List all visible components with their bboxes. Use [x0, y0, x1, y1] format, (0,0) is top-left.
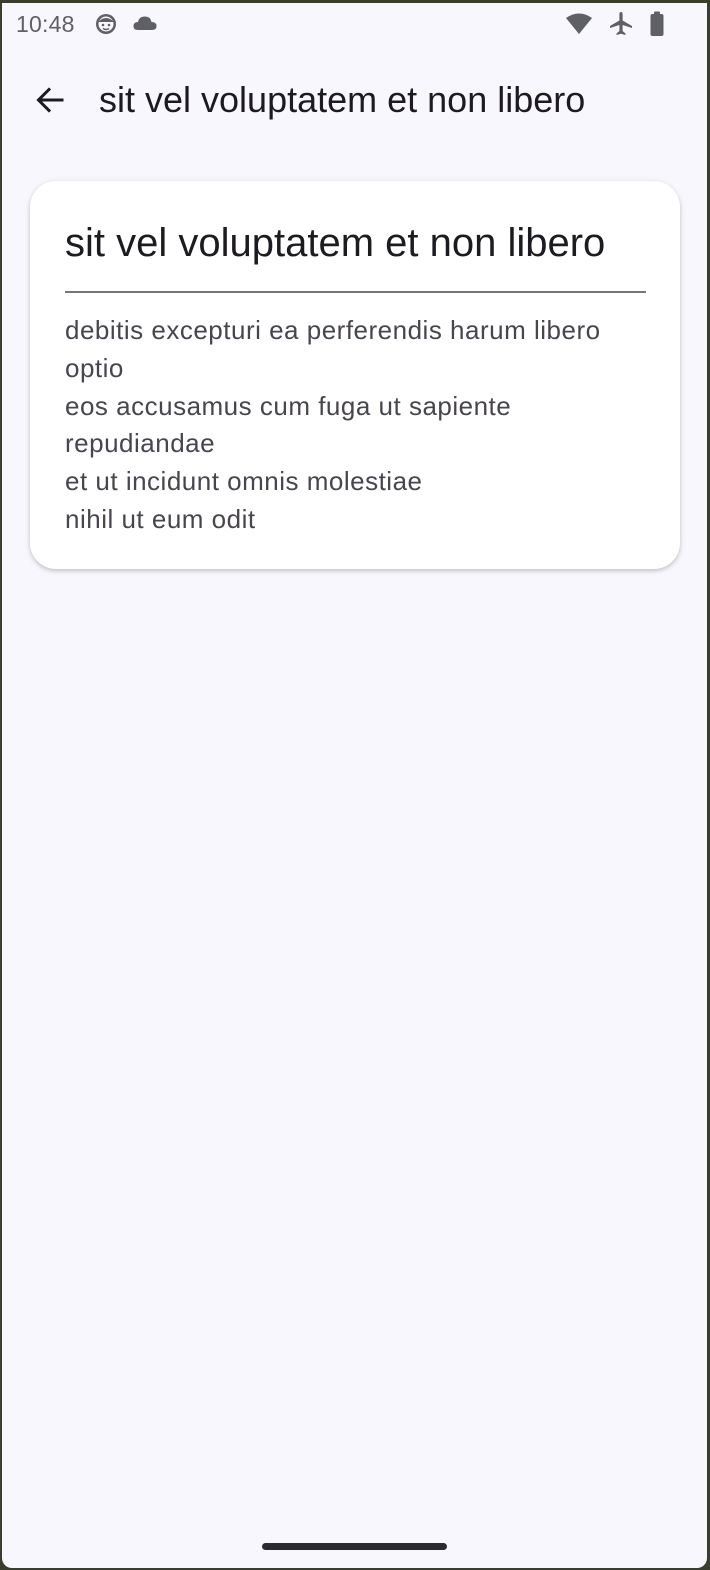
body-line: debitis excepturi ea perferendis harum l… — [65, 315, 601, 345]
status-right-icons — [565, 11, 665, 37]
status-time: 10:48 — [16, 11, 75, 37]
body-line: et ut incidunt omnis molestiae — [65, 466, 423, 497]
card-title: sit vel voluptatem et non libero — [65, 221, 606, 265]
wifi-icon — [565, 12, 593, 36]
battery-icon — [649, 11, 665, 37]
cloud-icon — [132, 12, 158, 36]
back-button[interactable] — [22, 77, 78, 123]
body-line: eos accusamus cum fuga ut sapiente — [65, 390, 512, 421]
divider — [65, 291, 646, 293]
arrow-back-icon — [34, 84, 66, 116]
status-bar: 10:48 — [2, 3, 707, 45]
status-left-icons — [94, 12, 158, 36]
gesture-nav-handle[interactable] — [262, 1543, 447, 1550]
detail-card: sit vel voluptatem et non libero debitis… — [30, 181, 680, 569]
android-face-icon — [94, 12, 118, 36]
card-body: debitis excepturi ea perferendis harum l… — [65, 312, 655, 539]
body-line: repudiandae — [65, 428, 216, 459]
body-line: nihil ut eum odit — [65, 503, 256, 534]
airplane-icon — [609, 11, 633, 37]
body-line: optio — [65, 352, 124, 383]
screen: 10:48 sit vel voluptatem et non libero s… — [2, 3, 707, 1568]
page-title: sit vel voluptatem et non libero — [99, 79, 586, 120]
top-app-bar: sit vel voluptatem et non libero — [2, 55, 707, 147]
